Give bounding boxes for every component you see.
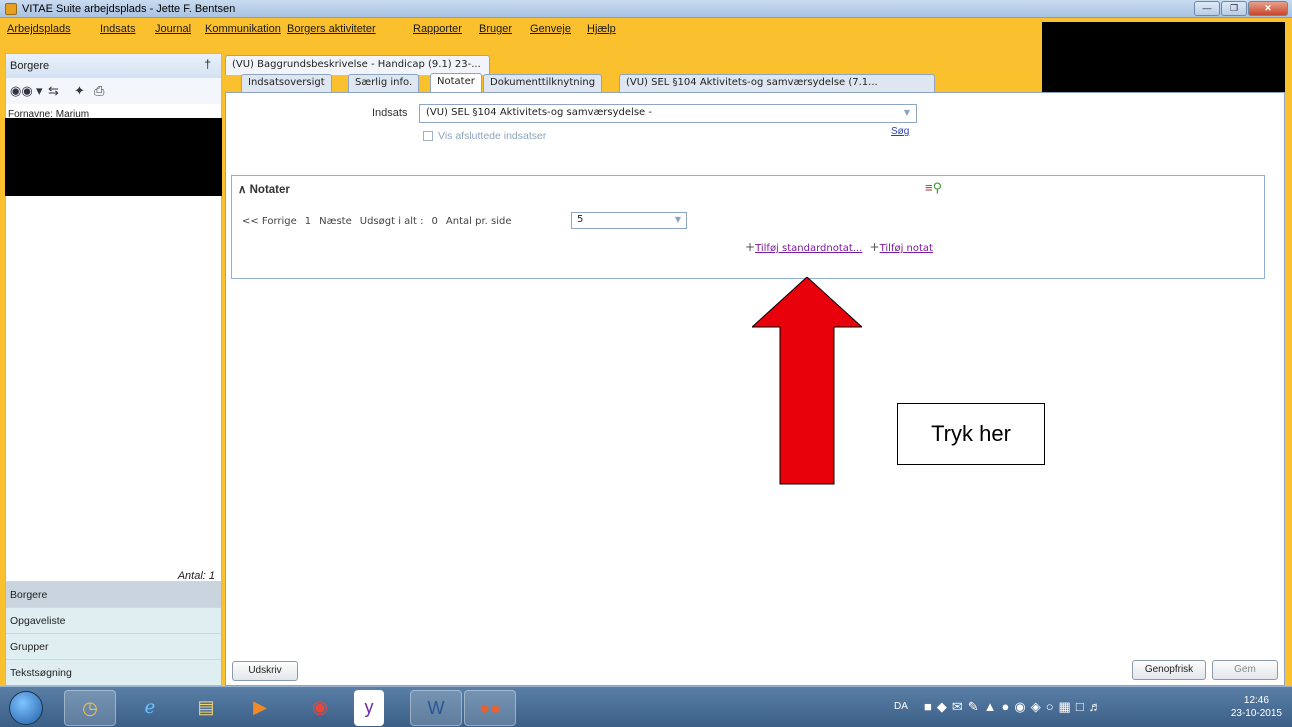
media-player-icon[interactable]: ▶ — [234, 690, 286, 726]
users-app-icon[interactable]: ●● — [464, 690, 516, 726]
minimize-button[interactable]: — — [1194, 1, 1220, 16]
per-page-label: Antal pr. side — [445, 216, 512, 227]
refresh-icon[interactable]: ⇆ — [48, 83, 59, 99]
nav-grupper[interactable]: Grupper — [6, 633, 221, 659]
show-closed-label: Vis afsluttede indsatser — [438, 130, 547, 142]
next-page-link[interactable]: Næste — [319, 216, 352, 227]
panel-header: Borgere † — [6, 54, 221, 78]
refresh-button[interactable]: Genopfrisk — [1132, 660, 1206, 680]
file-explorer-icon[interactable]: ▤ — [180, 690, 232, 726]
menu-borgers-aktiviteter[interactable]: Borgers aktiviteter — [287, 23, 376, 35]
nav-opgaveliste[interactable]: Opgaveliste — [6, 607, 221, 633]
notes-title: Notater — [249, 184, 290, 196]
pin-person-icon[interactable]: ✦ — [74, 83, 85, 99]
nav-borgere[interactable]: Borgere — [6, 581, 221, 607]
chrome-icon[interactable]: ◉ — [294, 690, 346, 726]
dropdown-arrow-icon[interactable]: ▾ — [36, 83, 43, 99]
notes-section: ∧ Notater ≡⚲ << Forrige 1 Næste Udsøgt i… — [231, 175, 1265, 279]
menu-bruger[interactable]: Bruger — [479, 23, 512, 35]
per-page-select[interactable]: 5 ▼ — [571, 212, 687, 229]
print-button[interactable]: Udskriv — [232, 661, 298, 681]
yammer-icon[interactable]: y — [354, 690, 384, 726]
start-button[interactable] — [9, 691, 43, 725]
nav-label: Tekstsøgning — [10, 667, 72, 679]
menu-arbejdsplads[interactable]: Arbejdsplads — [7, 23, 71, 35]
add-links: +Tilføj standardnotat... +Tilføj notat — [745, 240, 933, 254]
clock[interactable]: 12:46 23-10-2015 — [1231, 694, 1282, 720]
found-count: 0 — [431, 216, 438, 227]
indsats-label: Indsats — [372, 107, 408, 119]
tray-icons[interactable]: ■◆✉✎▲●◉◈○▦□♬ — [924, 699, 1107, 715]
menu-journal[interactable]: Journal — [155, 23, 191, 35]
outlook-icon[interactable]: ◷ — [64, 690, 116, 726]
restore-button[interactable]: ❐ — [1221, 1, 1247, 16]
nav-label: Grupper — [10, 641, 49, 653]
indsats-value: (VU) SEL §104 Aktivitets-og samværsydels… — [426, 107, 652, 118]
current-page: 1 — [304, 216, 312, 227]
internet-explorer-icon[interactable]: ℯ — [124, 690, 176, 726]
list-icon[interactable]: ≡ — [925, 180, 933, 195]
document-tab[interactable]: (VU) Baggrundsbeskrivelse - Handicap (9.… — [225, 55, 490, 75]
printer-icon[interactable]: ⎙ — [94, 83, 104, 99]
language-indicator[interactable]: DA — [894, 701, 908, 712]
menu-genveje[interactable]: Genveje — [530, 23, 571, 35]
window-title: VITAE Suite arbejdsplads - Jette F. Bent… — [22, 3, 236, 15]
notes-header[interactable]: ∧ Notater — [238, 182, 290, 196]
add-standard-note-link[interactable]: Tilføj standardnotat... — [755, 243, 862, 254]
collapse-icon: ∧ — [238, 184, 247, 196]
panel-toolbar: ◉◉ ▾ ⇆ ✦ ⎙ — [6, 78, 221, 104]
red-arrow-annotation — [752, 277, 862, 485]
pager: << Forrige 1 Næste Udsøgt i alt : 0 Anta… — [242, 216, 511, 227]
system-tray: DA ■◆✉✎▲●◉◈○▦□♬ 12:46 23-10-2015 — [884, 692, 1292, 724]
chevron-down-icon: ▼ — [674, 215, 681, 224]
redacted-block — [5, 118, 222, 196]
clock-time: 12:46 — [1243, 695, 1269, 706]
menu-rapporter[interactable]: Rapporter — [413, 23, 462, 35]
nav-tekstsoegning[interactable]: Tekstsøgning — [6, 659, 221, 685]
plus-icon: + — [745, 240, 756, 254]
save-button[interactable]: Gem — [1212, 660, 1278, 680]
close-button[interactable]: ✕ — [1248, 1, 1288, 16]
taskbar: ◷ ℯ ▤ ▶ ◉ y W ●● DA ■◆✉✎▲●◉◈○▦□♬ 12:46 2… — [0, 686, 1292, 727]
clock-date: 23-10-2015 — [1230, 708, 1282, 719]
tab-indsatsoversigt[interactable]: Indsatsoversigt — [241, 74, 332, 92]
binoculars-icon[interactable]: ◉◉ — [10, 83, 33, 99]
nav-label: Borgere — [10, 589, 48, 601]
chevron-down-icon: ▼ — [903, 108, 910, 117]
add-comment-icon[interactable]: ⚲ — [933, 180, 943, 195]
add-note-link[interactable]: Tilføj notat — [880, 243, 933, 254]
notes-tools: ≡⚲ — [925, 180, 942, 196]
word-icon[interactable]: W — [410, 690, 462, 726]
app-icon — [5, 3, 17, 15]
menu-kommunikation[interactable]: Kommunikation — [205, 23, 281, 35]
prev-page-link[interactable]: << Forrige — [242, 216, 297, 227]
found-label: Udsøgt i alt : — [359, 216, 424, 227]
tab-saerlig-info[interactable]: Særlig info. — [348, 74, 420, 92]
tab-dokumenttilknytning[interactable]: Dokumenttilknytning — [483, 74, 603, 92]
nav-label: Opgaveliste — [10, 615, 66, 627]
menu-indsats[interactable]: Indsats — [100, 23, 135, 35]
show-closed-checkbox[interactable] — [423, 131, 433, 141]
search-link[interactable]: Søg — [891, 126, 909, 137]
callout-box: Tryk her — [897, 403, 1045, 465]
menu-hjaelp[interactable]: Hjælp — [587, 23, 616, 35]
tab-sel-104[interactable]: (VU) SEL §104 Aktivitets-og samværsydels… — [619, 74, 935, 92]
panel-title: Borgere — [10, 60, 50, 72]
plus-icon: + — [869, 240, 880, 254]
pin-icon[interactable]: † — [204, 57, 211, 71]
window-controls: — ❐ ✕ — [1194, 1, 1288, 16]
indsats-select[interactable]: (VU) SEL §104 Aktivitets-og samværsydels… — [419, 104, 917, 123]
per-page-value: 5 — [577, 214, 584, 225]
tab-notater[interactable]: Notater — [430, 73, 482, 93]
title-bar: VITAE Suite arbejdsplads - Jette F. Bent… — [0, 0, 1292, 18]
